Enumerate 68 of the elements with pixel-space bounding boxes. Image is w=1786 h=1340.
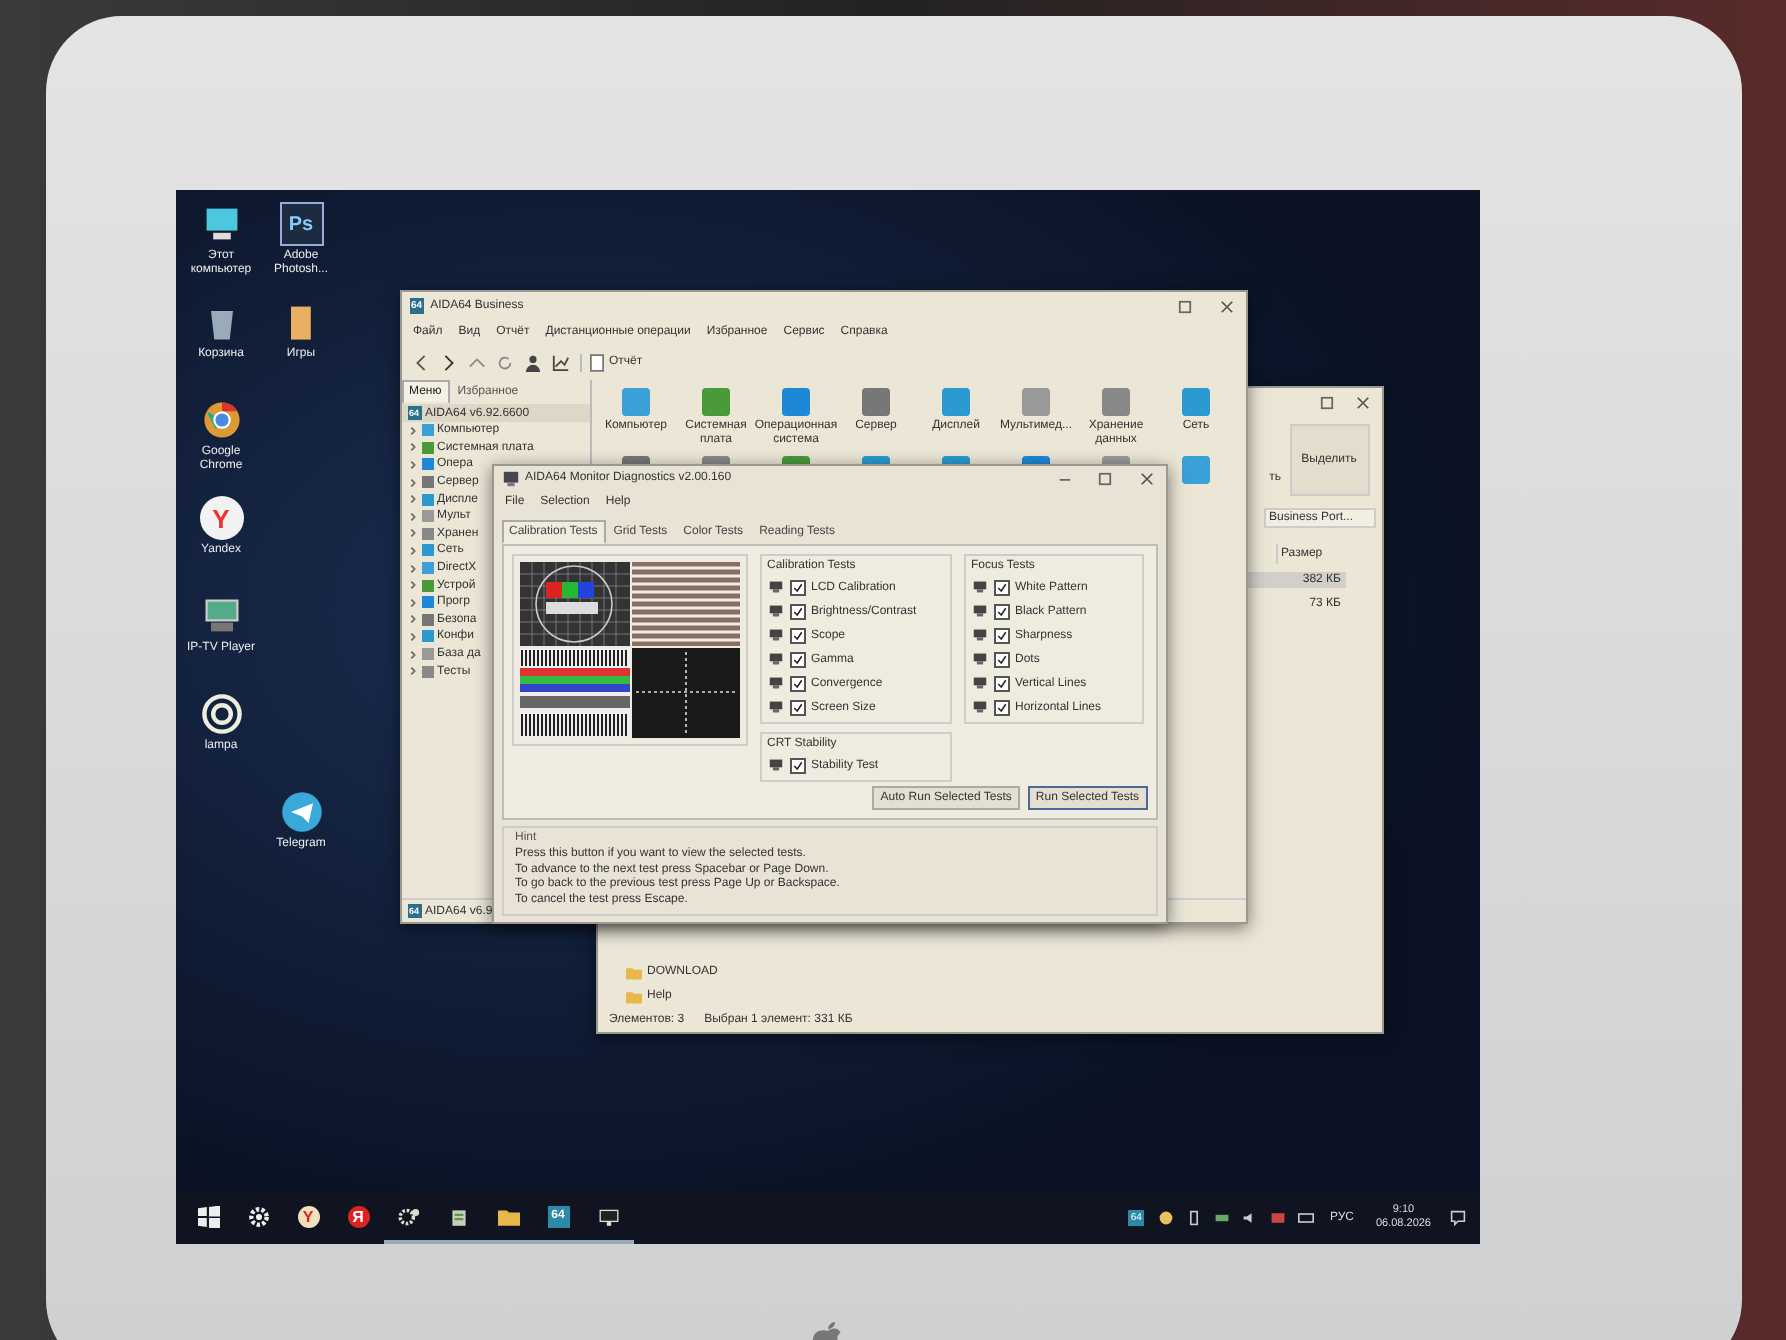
keyboard-icon[interactable] xyxy=(1297,1210,1314,1226)
chevron-icon[interactable] xyxy=(407,494,417,505)
monitor-icon xyxy=(767,758,783,773)
checkbox[interactable] xyxy=(789,651,805,668)
checkbox[interactable] xyxy=(993,627,1009,644)
chevron-icon[interactable] xyxy=(407,545,417,556)
checkbox[interactable] xyxy=(993,651,1009,668)
checkbox[interactable] xyxy=(993,579,1009,596)
gears-icon[interactable] xyxy=(397,1205,419,1227)
chevron-icon[interactable] xyxy=(407,597,417,608)
checkbox[interactable] xyxy=(789,627,805,644)
monitor-icon xyxy=(767,652,783,667)
windows-start-icon[interactable] xyxy=(197,1205,219,1227)
user-icon[interactable] xyxy=(523,353,541,371)
telegram-icon[interactable] xyxy=(279,790,323,834)
photoshop-icon[interactable]: Ps xyxy=(279,202,323,246)
monitor-icon xyxy=(971,580,987,595)
monitor-icon xyxy=(767,628,783,643)
refresh-icon[interactable] xyxy=(495,353,513,371)
notification-icon[interactable] xyxy=(1449,1210,1465,1226)
chevron-icon[interactable] xyxy=(407,580,417,591)
checkbox[interactable] xyxy=(993,675,1009,692)
monitor-icon xyxy=(971,628,987,643)
yandex-icon[interactable]: Y xyxy=(199,496,243,540)
chevron-icon[interactable] xyxy=(407,511,417,522)
checkbox[interactable] xyxy=(789,699,805,716)
chevron-icon[interactable] xyxy=(407,666,417,677)
chrome-icon[interactable] xyxy=(199,398,243,442)
monitor-icon xyxy=(767,580,783,595)
maximize-icon[interactable] xyxy=(1177,299,1191,313)
monitor-icon[interactable] xyxy=(597,1205,619,1227)
chevron-icon[interactable] xyxy=(407,477,417,488)
maximize-icon[interactable] xyxy=(1097,471,1111,486)
chevron-icon[interactable] xyxy=(407,528,417,539)
checkbox[interactable] xyxy=(789,603,805,620)
document-icon xyxy=(589,353,603,371)
yandex-browser-icon[interactable]: Y xyxy=(297,1205,319,1227)
checkbox[interactable] xyxy=(993,603,1009,620)
close-icon[interactable] xyxy=(1355,395,1369,409)
chevron-icon[interactable] xyxy=(407,442,417,453)
monitor-icon xyxy=(767,676,783,691)
chevron-icon[interactable] xyxy=(407,614,417,625)
checkbox[interactable] xyxy=(789,757,805,774)
monitor-icon xyxy=(501,469,519,488)
close-icon[interactable] xyxy=(1219,299,1233,313)
checkbox[interactable] xyxy=(993,699,1009,716)
chevron-icon[interactable] xyxy=(407,563,417,574)
folder-icon[interactable] xyxy=(497,1205,519,1227)
monitor-icon xyxy=(971,700,987,715)
checkbox[interactable] xyxy=(789,579,805,596)
settings-icon[interactable] xyxy=(247,1205,269,1227)
installer-icon[interactable] xyxy=(447,1205,469,1227)
chart-icon[interactable] xyxy=(551,353,569,371)
close-icon[interactable] xyxy=(1139,471,1153,486)
yandex-icon[interactable]: Я xyxy=(347,1205,369,1227)
chevron-icon[interactable] xyxy=(407,459,417,470)
monitor-icon xyxy=(971,676,987,691)
chevron-icon[interactable] xyxy=(407,631,417,642)
speaker-icon[interactable] xyxy=(1241,1210,1258,1226)
chevron-icon[interactable] xyxy=(407,649,417,660)
chevron-icon[interactable] xyxy=(407,425,417,436)
monitor-icon xyxy=(971,604,987,619)
monitor-icon xyxy=(971,652,987,667)
monitor-icon xyxy=(767,604,783,619)
checkbox[interactable] xyxy=(789,675,805,692)
monitor-icon xyxy=(767,700,783,715)
maximize-icon[interactable] xyxy=(1319,395,1333,409)
rings-icon[interactable] xyxy=(199,692,243,736)
